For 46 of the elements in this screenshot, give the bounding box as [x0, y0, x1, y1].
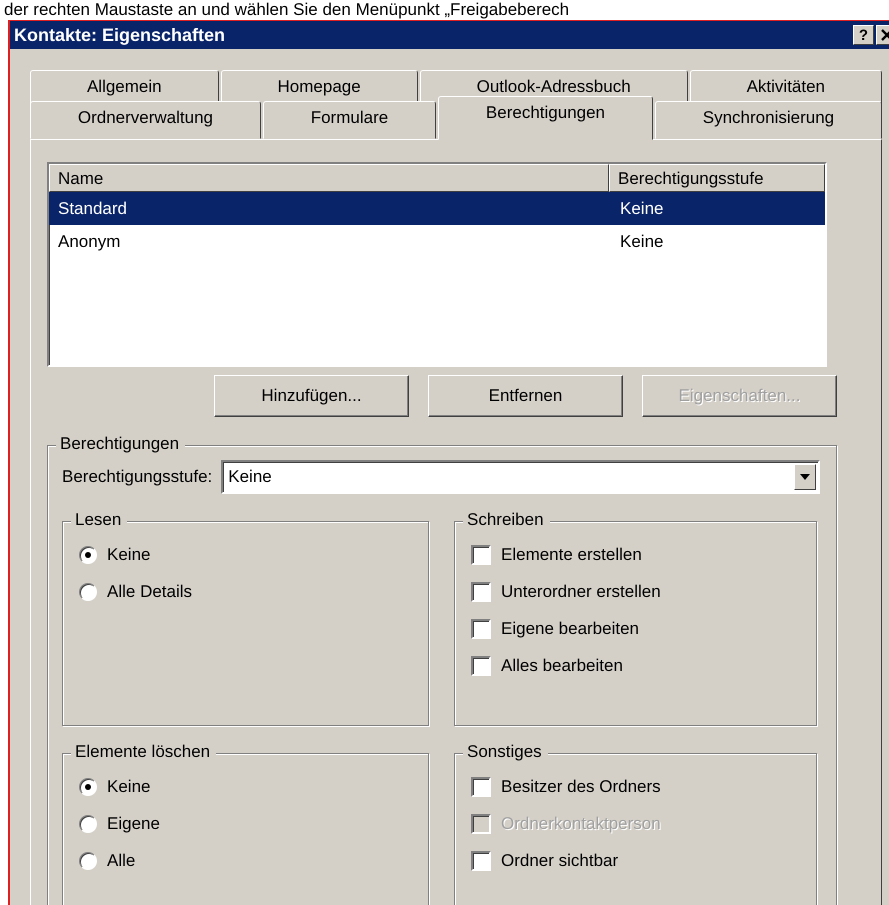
tab[interactable]: Homepage — [220, 70, 418, 104]
option-label: Alle — [107, 850, 136, 870]
action-button[interactable]: Hinzufügen... — [214, 375, 409, 417]
group-title: Berechtigungen — [56, 434, 186, 454]
column-header[interactable]: Name — [49, 164, 609, 192]
option-label: Alle Details — [107, 582, 192, 602]
level-dropdown[interactable]: Keine — [221, 460, 820, 494]
tab[interactable]: Synchronisierung — [654, 101, 882, 139]
radio-button[interactable] — [79, 852, 97, 870]
checkbox[interactable] — [471, 850, 491, 870]
action-button[interactable]: Entfernen — [428, 375, 623, 417]
radio-button[interactable] — [79, 814, 97, 832]
option-label: Eigene bearbeiten — [501, 618, 640, 638]
tab[interactable]: Aktivitäten — [690, 70, 882, 104]
checkbox[interactable] — [471, 582, 491, 602]
group-title: Sonstiges — [463, 742, 548, 762]
tab[interactable]: Allgemein — [30, 70, 219, 104]
radio-button[interactable] — [79, 582, 97, 600]
option-label: Elemente erstellen — [501, 544, 642, 564]
level-label: Berechtigungsstufe: — [62, 467, 212, 487]
permission-level: Keine — [619, 232, 664, 252]
help-button[interactable]: ? — [853, 25, 874, 45]
user-name: Standard — [57, 198, 128, 218]
option-label: Besitzer des Ordners — [501, 776, 661, 796]
checkbox[interactable] — [471, 776, 491, 796]
option-label: Keine — [107, 776, 150, 796]
option-label: Eigene — [107, 814, 160, 834]
window-title: Kontakte: Eigenschaften — [14, 24, 226, 46]
tab[interactable]: Berechtigungen — [438, 96, 653, 140]
option-label: Keine — [107, 544, 150, 564]
option-label: Alles bearbeiten — [501, 656, 623, 676]
permission-level: Keine — [619, 198, 664, 218]
caption-text: der rechten Maustaste an und wählen Sie den Menüpunkt „Freigabeberech — [3, 0, 570, 20]
option-label: Unterordner erstellen — [501, 582, 661, 602]
tab[interactable]: Ordnerverwaltung — [30, 101, 261, 139]
tab[interactable]: Formulare — [262, 101, 436, 139]
checkbox[interactable] — [471, 618, 491, 638]
column-header[interactable]: Berechtigungsstufe — [609, 164, 825, 192]
user-name: Anonym — [57, 232, 122, 252]
checkbox[interactable] — [471, 656, 491, 676]
list-row[interactable]: Standard Keine — [49, 192, 825, 225]
radio-button[interactable] — [79, 546, 97, 564]
list-row[interactable]: Anonym Keine — [49, 225, 825, 258]
radio-button[interactable] — [79, 778, 97, 796]
option-label: Ordner sichtbar — [501, 850, 618, 870]
checkbox[interactable] — [471, 544, 491, 564]
